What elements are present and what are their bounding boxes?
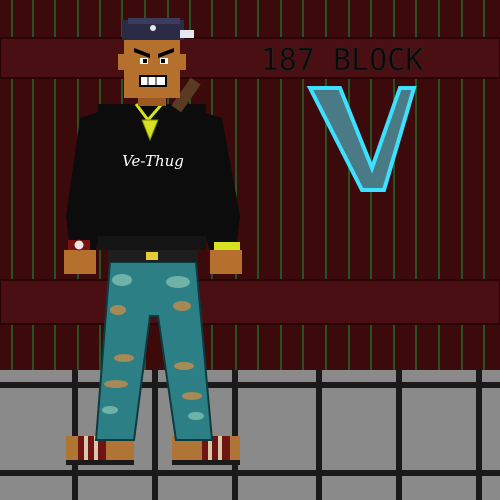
left-hand bbox=[64, 250, 96, 274]
mouth bbox=[139, 75, 167, 87]
belt-buckle bbox=[146, 252, 158, 260]
head bbox=[124, 36, 180, 98]
wall-band-top bbox=[0, 37, 500, 79]
game-scene: 187 BLOCK Ve-Thug bbox=[0, 0, 500, 500]
shirt-logo: Ve-Thug bbox=[122, 152, 184, 170]
scene-canvas: 187 BLOCK Ve-Thug bbox=[0, 0, 500, 500]
bracelet bbox=[214, 242, 240, 250]
sign-text: 187 BLOCK bbox=[261, 43, 424, 78]
right-hand bbox=[210, 250, 242, 274]
wall-band-bottom bbox=[0, 279, 500, 325]
